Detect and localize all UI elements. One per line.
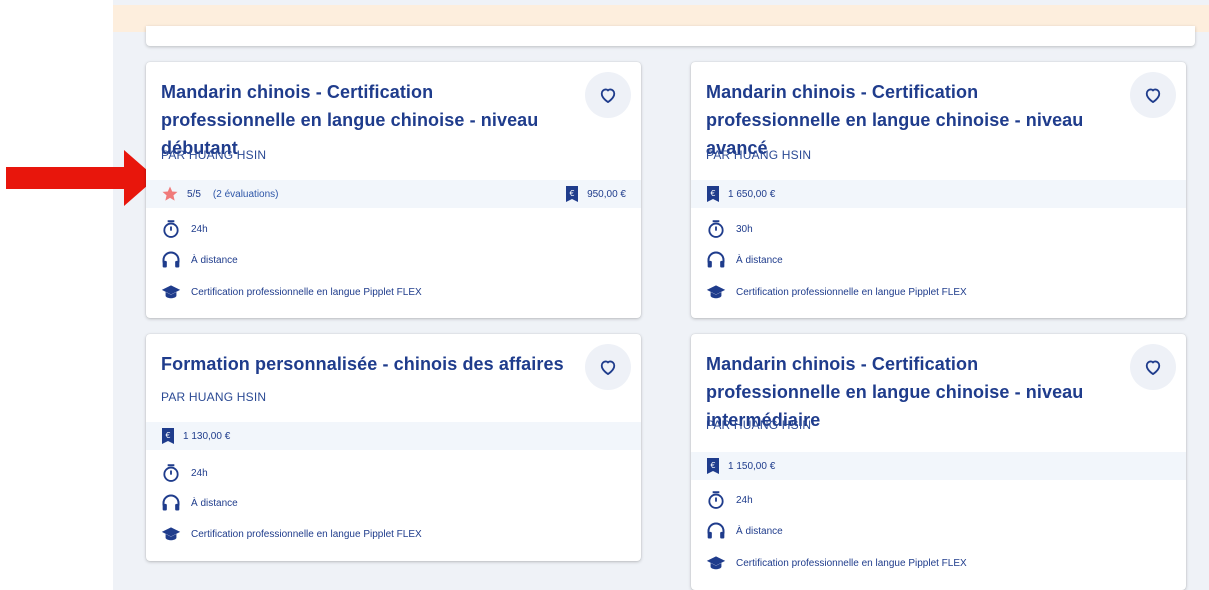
learning-mode: À distance (191, 497, 238, 509)
annotation-arrow-icon (6, 150, 156, 206)
price-value: 1 150,00 € (728, 460, 776, 472)
favorite-button[interactable] (585, 344, 631, 390)
price-value: 1 130,00 € (183, 430, 231, 442)
duration: 24h (736, 494, 753, 506)
certification: Certification professionnelle en langue … (736, 286, 967, 298)
graduation-cap-icon (161, 524, 181, 544)
duration: 24h (191, 467, 208, 479)
price: € 1 130,00 € (161, 428, 230, 444)
mode-row: À distance (706, 250, 783, 270)
favorite-button[interactable] (1130, 72, 1176, 118)
favorite-button[interactable] (1130, 344, 1176, 390)
price-row: € 1 150,00 € (691, 452, 1186, 480)
rating: 5/5 (2 évaluations) (161, 185, 279, 203)
previous-card-edge (146, 26, 1195, 46)
rating-count[interactable]: (2 évaluations) (213, 189, 279, 200)
learning-mode: À distance (191, 254, 238, 266)
certification-row: Certification professionnelle en langue … (161, 282, 422, 302)
course-card-business[interactable]: Formation personnalisée - chinois des af… (146, 334, 641, 561)
price: € 950,00 € (565, 186, 626, 202)
svg-text:€: € (165, 431, 170, 440)
certification-row: Certification professionnelle en langue … (706, 282, 967, 302)
headphones-icon (161, 250, 181, 270)
certification-row: Certification professionnelle en langue … (706, 553, 967, 573)
price: € 1 150,00 € (706, 458, 775, 474)
rating-price-row: 5/5 (2 évaluations) € 950,00 € (146, 180, 641, 208)
duration-row: 24h (161, 219, 208, 239)
favorite-button[interactable] (585, 72, 631, 118)
price-value: 950,00 € (587, 188, 626, 200)
stopwatch-icon (161, 463, 181, 483)
svg-text:€: € (710, 461, 715, 470)
certification: Certification professionnelle en langue … (191, 286, 422, 298)
course-author: PAR HUANG HSIN (706, 418, 812, 432)
headphones-icon (706, 250, 726, 270)
mode-row: À distance (161, 493, 238, 513)
certification: Certification professionnelle en langue … (736, 557, 967, 569)
course-card-beginner[interactable]: Mandarin chinois - Certification profess… (146, 62, 641, 318)
learning-mode: À distance (736, 254, 783, 266)
headphones-icon (706, 521, 726, 541)
duration-row: 24h (161, 463, 208, 483)
mode-row: À distance (161, 250, 238, 270)
euro-tag-icon: € (706, 458, 720, 474)
svg-text:€: € (710, 189, 715, 198)
mode-row: À distance (706, 521, 783, 541)
stopwatch-icon (706, 219, 726, 239)
course-author: PAR HUANG HSIN (161, 148, 267, 162)
stopwatch-icon (161, 219, 181, 239)
heart-icon (600, 360, 616, 375)
heart-icon (600, 88, 616, 104)
rating-value: 5/5 (187, 188, 201, 200)
duration-row: 30h (706, 219, 753, 239)
graduation-cap-icon (161, 282, 181, 302)
price: € 1 650,00 € (706, 186, 775, 202)
heart-icon (1145, 88, 1161, 104)
graduation-cap-icon (706, 282, 726, 302)
course-author: PAR HUANG HSIN (161, 390, 267, 404)
certification: Certification professionnelle en langue … (191, 528, 422, 540)
duration-row: 24h (706, 490, 753, 510)
course-card-advanced[interactable]: Mandarin chinois - Certification profess… (691, 62, 1186, 318)
headphones-icon (161, 493, 181, 513)
star-icon (162, 186, 178, 201)
graduation-cap-icon (706, 553, 726, 573)
course-title[interactable]: Formation personnalisée - chinois des af… (161, 350, 571, 378)
course-card-intermediate[interactable]: Mandarin chinois - Certification profess… (691, 334, 1186, 590)
duration: 24h (191, 223, 208, 235)
learning-mode: À distance (736, 525, 783, 537)
heart-icon (1145, 360, 1161, 375)
price-row: € 1 650,00 € (691, 180, 1186, 208)
duration: 30h (736, 223, 753, 235)
euro-tag-icon: € (161, 428, 175, 444)
certification-row: Certification professionnelle en langue … (161, 524, 422, 544)
price-value: 1 650,00 € (728, 188, 776, 200)
euro-tag-icon: € (706, 186, 720, 202)
price-row: € 1 130,00 € (146, 422, 641, 450)
course-author: PAR HUANG HSIN (706, 148, 812, 162)
svg-text:€: € (570, 189, 575, 198)
stopwatch-icon (706, 490, 726, 510)
euro-tag-icon: € (565, 186, 579, 202)
